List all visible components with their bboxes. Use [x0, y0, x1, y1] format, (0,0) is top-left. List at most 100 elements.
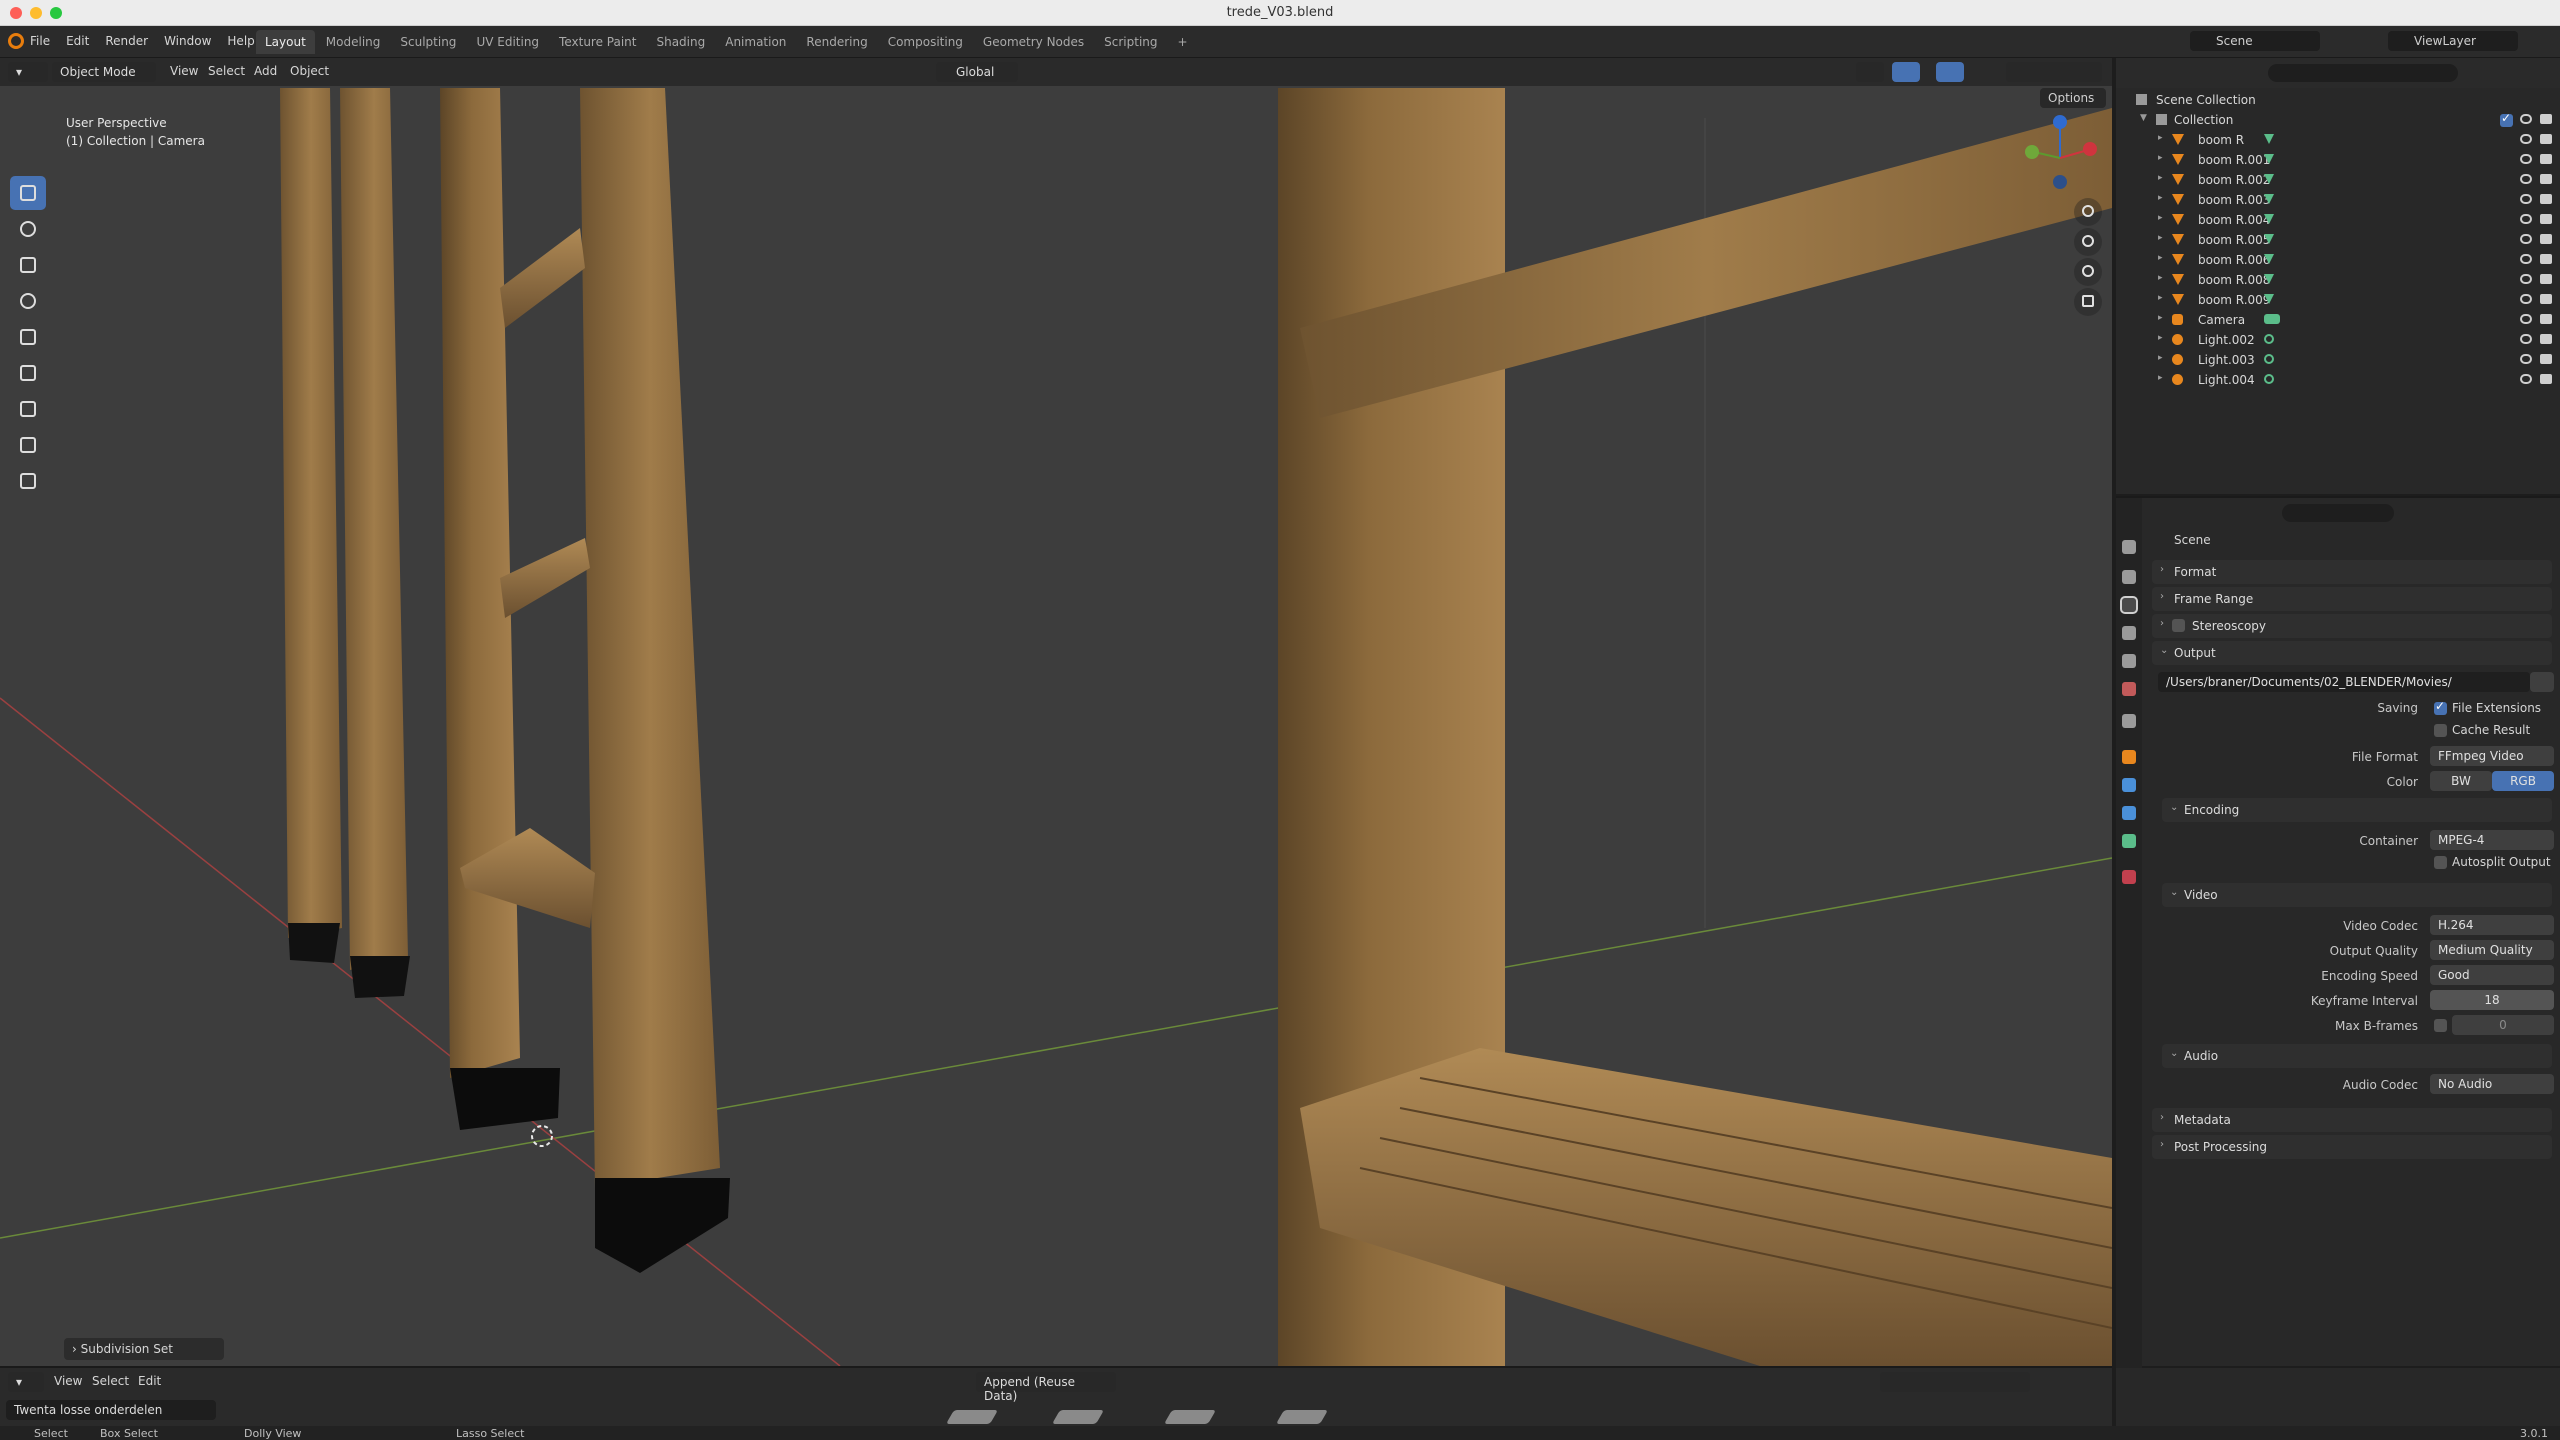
container-dropdown[interactable]: MPEG-4: [2430, 830, 2554, 850]
expand-arrow-icon[interactable]: ▸: [2158, 273, 2163, 283]
blender-logo-icon[interactable]: [8, 33, 24, 49]
render-camera-icon[interactable]: [2540, 214, 2552, 224]
transform-orientation-dropdown[interactable]: Global: [936, 62, 1018, 82]
color-rgb-button[interactable]: RGB: [2492, 771, 2554, 791]
eye-icon[interactable]: [2520, 214, 2532, 224]
tab-sculpting[interactable]: Sculpting: [391, 30, 465, 54]
scene-collection-row[interactable]: Scene Collection: [2116, 90, 2560, 110]
tab-texture-paint[interactable]: Texture Paint: [550, 30, 645, 54]
collection-row[interactable]: ▼ Collection: [2116, 110, 2560, 130]
camera-view-icon[interactable]: [2074, 258, 2102, 286]
render-camera-icon[interactable]: [2540, 294, 2552, 304]
z-axis-icon[interactable]: [2053, 115, 2067, 129]
mesh-data-icon[interactable]: [2264, 214, 2274, 224]
video-codec-dropdown[interactable]: H.264: [2430, 915, 2554, 935]
editor-type-dropdown[interactable]: ▾: [8, 62, 48, 82]
add-workspace-button[interactable]: +: [1169, 30, 1197, 54]
ortho-grid-icon[interactable]: [2074, 288, 2102, 316]
render-camera-icon[interactable]: [2540, 234, 2552, 244]
outliner-item[interactable]: ▸ Camera: [2116, 310, 2560, 330]
mesh-data-icon[interactable]: [2264, 174, 2274, 184]
frame-range-panel-header[interactable]: › Frame Range: [2152, 587, 2552, 611]
expand-arrow-icon[interactable]: ▸: [2158, 353, 2163, 363]
eye-icon[interactable]: [2520, 314, 2532, 324]
render-tab-icon[interactable]: [2122, 570, 2136, 584]
render-camera-icon[interactable]: [2540, 254, 2552, 264]
x-axis-icon[interactable]: [2083, 142, 2097, 156]
data-tab-icon[interactable]: [2122, 834, 2136, 848]
output-path-field[interactable]: /Users/braner/Documents/02_BLENDER/Movie…: [2158, 672, 2530, 692]
eye-icon[interactable]: [2520, 154, 2532, 164]
scene-selector[interactable]: Scene: [2190, 31, 2320, 51]
expand-arrow-icon[interactable]: ▸: [2158, 133, 2163, 143]
tab-rendering[interactable]: Rendering: [797, 30, 876, 54]
exclude-checkbox[interactable]: [2500, 111, 2513, 127]
render-camera-icon[interactable]: [2540, 354, 2552, 364]
audio-panel-header[interactable]: ⌄ Audio: [2162, 1044, 2552, 1068]
outliner-item[interactable]: ▸ boom R.003: [2116, 190, 2560, 210]
camera-data-icon[interactable]: [2264, 314, 2280, 324]
mesh-data-icon[interactable]: [2264, 154, 2274, 164]
view-layer-selector[interactable]: ViewLayer: [2388, 31, 2518, 51]
timeline-menu-edit[interactable]: Edit: [138, 1374, 161, 1388]
viewport-menu-select[interactable]: Select: [208, 64, 245, 78]
folder-browse-icon[interactable]: [2530, 672, 2554, 692]
asset-library-dropdown[interactable]: Twenta losse onderdelen: [6, 1400, 216, 1420]
output-panel-header[interactable]: ⌄ Output: [2152, 641, 2552, 665]
file-extensions-checkbox[interactable]: [2434, 699, 2447, 715]
eye-icon[interactable]: [2520, 254, 2532, 264]
scale-tool[interactable]: [10, 320, 46, 354]
expand-arrow-icon[interactable]: ▼: [2140, 113, 2147, 123]
expand-arrow-icon[interactable]: ▸: [2158, 173, 2163, 183]
mesh-data-icon[interactable]: [2264, 274, 2274, 284]
tab-compositing[interactable]: Compositing: [879, 30, 972, 54]
tab-layout[interactable]: Layout: [256, 30, 315, 54]
view-layer-tab-icon[interactable]: [2122, 626, 2136, 640]
y-axis-icon[interactable]: [2025, 145, 2039, 159]
measure-tool[interactable]: [10, 428, 46, 462]
expand-arrow-icon[interactable]: ▸: [2158, 193, 2163, 203]
mesh-data-icon[interactable]: [2264, 294, 2274, 304]
outliner-item[interactable]: ▸ boom R.005: [2116, 230, 2560, 250]
max-bframes-checkbox[interactable]: [2434, 1019, 2447, 1032]
outliner-item[interactable]: ▸ boom R.009: [2116, 290, 2560, 310]
menu-render[interactable]: Render: [105, 34, 148, 48]
tab-scripting[interactable]: Scripting: [1095, 30, 1166, 54]
add-cube-tool[interactable]: [10, 464, 46, 498]
tab-modeling[interactable]: Modeling: [317, 30, 390, 54]
annotate-tool[interactable]: [10, 392, 46, 426]
scene-tab-icon[interactable]: [2122, 654, 2136, 668]
menu-window[interactable]: Window: [164, 34, 211, 48]
asset-thumbnail[interactable]: [1275, 1410, 1329, 1424]
neg-z-axis-icon[interactable]: [2053, 175, 2067, 189]
transform-tool[interactable]: [10, 356, 46, 390]
last-operator-panel[interactable]: › Subdivision Set: [64, 1338, 224, 1360]
outliner-item[interactable]: ▸ Light.004: [2116, 370, 2560, 390]
tab-shading[interactable]: Shading: [647, 30, 714, 54]
asset-thumbnail[interactable]: [945, 1410, 999, 1424]
outliner-item[interactable]: ▸ Light.003: [2116, 350, 2560, 370]
object-tab-icon[interactable]: [2122, 750, 2136, 764]
mesh-data-icon[interactable]: [2264, 254, 2274, 264]
menu-help[interactable]: Help: [227, 34, 254, 48]
expand-arrow-icon[interactable]: ▸: [2158, 333, 2163, 343]
navigation-gizmo[interactable]: [2010, 108, 2110, 208]
outliner-item[interactable]: ▸ boom R.004: [2116, 210, 2560, 230]
asset-search-input[interactable]: [1880, 1372, 2030, 1392]
output-tab-icon[interactable]: [2120, 596, 2138, 614]
overlay-toggle-icon[interactable]: [1936, 62, 1964, 82]
outliner-item[interactable]: ▸ boom R.008: [2116, 270, 2560, 290]
eye-icon[interactable]: [2520, 274, 2532, 284]
output-quality-dropdown[interactable]: Medium Quality: [2430, 940, 2554, 960]
light-data-icon[interactable]: [2264, 354, 2274, 364]
move-tool[interactable]: [10, 248, 46, 282]
expand-arrow-icon[interactable]: ▸: [2158, 233, 2163, 243]
eye-icon[interactable]: [2520, 194, 2532, 204]
gizmo-toggle-icon[interactable]: [1892, 62, 1920, 82]
render-camera-icon[interactable]: [2540, 314, 2552, 324]
tab-animation[interactable]: Animation: [716, 30, 795, 54]
outliner-item[interactable]: ▸ boom R.001: [2116, 150, 2560, 170]
menu-file[interactable]: File: [30, 34, 50, 48]
metadata-panel-header[interactable]: › Metadata: [2152, 1108, 2552, 1132]
render-camera-icon[interactable]: [2540, 374, 2552, 384]
